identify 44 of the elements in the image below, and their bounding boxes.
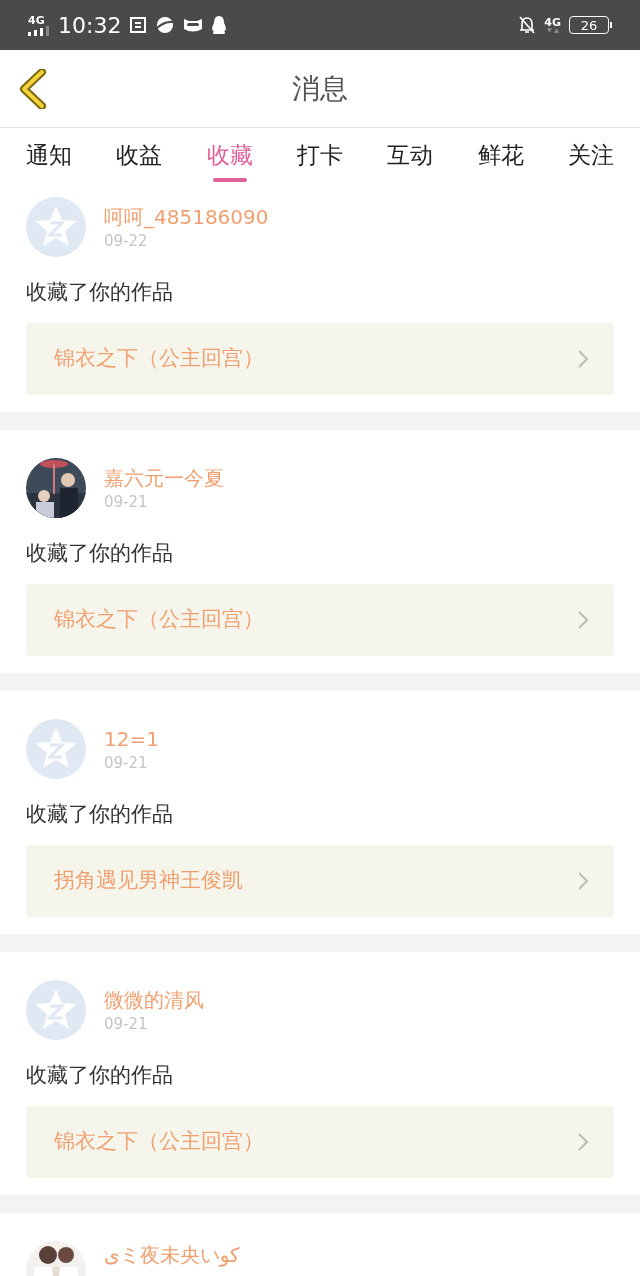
- message-date: 09-22: [104, 231, 149, 251]
- tab[interactable]: 通知: [26, 128, 72, 185]
- app-icon: [129, 16, 148, 34]
- signal-icon: [28, 25, 50, 36]
- clock: 10:32: [58, 11, 122, 40]
- work-link[interactable]: 锦衣之下（公主回宫）: [26, 1106, 614, 1178]
- user-name[interactable]: 嘉六元一今夏: [104, 464, 224, 492]
- tab[interactable]: 互动: [387, 128, 434, 185]
- user-name[interactable]: 微微的清风: [104, 986, 204, 1014]
- data-arrows-icon: [546, 27, 559, 34]
- cat-face-icon: [183, 17, 204, 33]
- tab[interactable]: 打卡: [297, 128, 343, 185]
- work-link[interactable]: 拐角遇见男神王俊凯: [26, 845, 614, 917]
- penguin-icon: [211, 15, 228, 35]
- message-date: 09-21: [104, 492, 149, 512]
- chevron-right-icon: [578, 872, 588, 890]
- battery-level: 26: [580, 18, 598, 32]
- message-date: 09-21: [104, 753, 149, 773]
- message-text: 收藏了你的作品: [26, 801, 174, 828]
- network-label: 4G: [544, 16, 561, 28]
- user-name[interactable]: ىミ夜未央いکو: [104, 1244, 240, 1266]
- planet-icon: [155, 15, 176, 35]
- message-date: 09-21: [104, 1014, 149, 1034]
- bell-muted-icon: [518, 15, 537, 35]
- tab[interactable]: 鲜花: [477, 128, 524, 185]
- chevron-right-icon: [578, 611, 588, 629]
- chevron-right-icon: [578, 350, 588, 368]
- message-text: 收藏了你的作品: [26, 1062, 174, 1089]
- message-text: 收藏了你的作品: [26, 279, 174, 306]
- avatar-icon: [26, 980, 86, 1040]
- tab[interactable]: 收益: [116, 128, 163, 185]
- page-title: 消息: [292, 70, 348, 107]
- work-link[interactable]: 锦衣之下（公主回宫）: [26, 584, 614, 656]
- tab[interactable]: 收藏: [206, 128, 253, 185]
- avatar-icon: [26, 719, 86, 779]
- work-link[interactable]: 锦衣之下（公主回宫）: [26, 323, 614, 395]
- tab[interactable]: 关注: [567, 128, 614, 185]
- back-icon[interactable]: [18, 69, 48, 109]
- message-text: 收藏了你的作品: [26, 540, 174, 567]
- avatar-icon: [26, 197, 86, 257]
- user-name[interactable]: 呵呵_485186090: [104, 203, 269, 231]
- chevron-right-icon: [578, 1133, 588, 1151]
- user-name[interactable]: 12=1: [104, 725, 159, 753]
- network-label: 4G: [28, 14, 45, 26]
